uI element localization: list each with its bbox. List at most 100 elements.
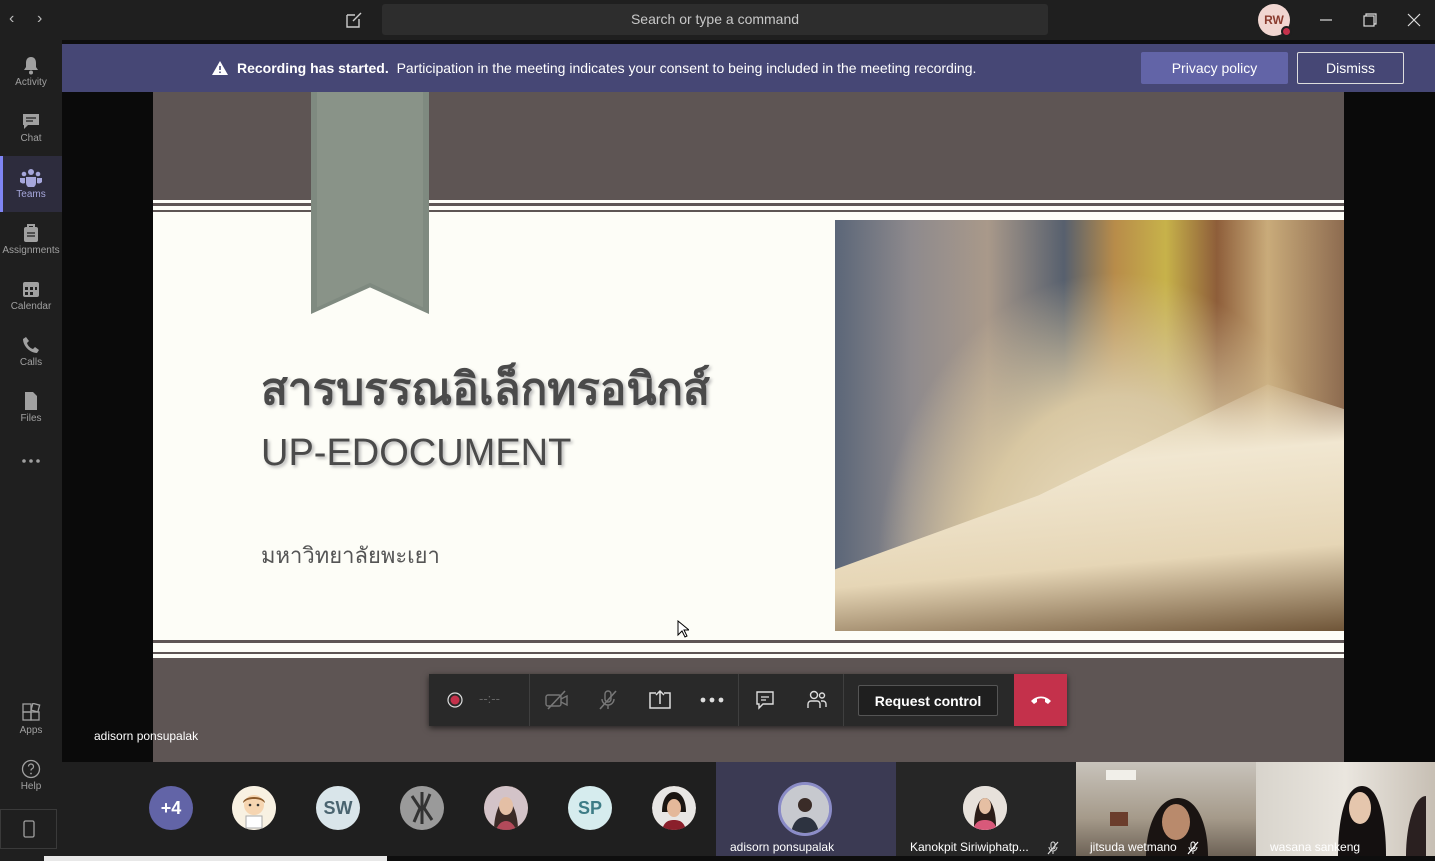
status-busy-icon [1281, 26, 1292, 37]
rail-item-activity[interactable]: Activity [0, 44, 62, 100]
scroll-indicator [44, 856, 387, 861]
participant-tile[interactable]: Kanokpit Siriwiphatp... [896, 762, 1076, 856]
separator [843, 674, 844, 726]
avatar-initials: SP [577, 798, 602, 818]
dismiss-button[interactable]: Dismiss [1297, 52, 1404, 84]
tile-name: wasana sankeng [1270, 840, 1361, 854]
rail-item-assignments[interactable]: Assignments [0, 212, 62, 268]
bookmark-ribbon [311, 92, 429, 314]
device-button[interactable] [0, 809, 57, 849]
rail-item-chat[interactable]: Chat [0, 100, 62, 156]
separator [529, 674, 530, 726]
privacy-policy-button[interactable]: Privacy policy [1141, 52, 1288, 84]
slide-title: สารบรรณอิเล็กทรอนิกส์ [261, 364, 710, 415]
photo-avatar-icon [484, 786, 528, 830]
share-screen-icon [649, 689, 671, 709]
slide-org: มหาวิทยาลัยพะเยา [261, 544, 440, 569]
chat-icon [756, 691, 774, 710]
slide-rule-bottom-2 [153, 645, 1344, 648]
photo-avatar-icon [963, 786, 1007, 830]
hang-up-button[interactable] [1014, 674, 1067, 726]
participant-avatar[interactable] [652, 786, 696, 830]
tile-name: adisorn ponsupalak [730, 840, 835, 854]
phone-icon [23, 337, 39, 353]
presenter-name: adisorn ponsupalak [94, 729, 199, 743]
rail-item-files[interactable]: Files [0, 380, 62, 436]
compose-icon[interactable] [345, 11, 363, 29]
mic-toggle[interactable] [582, 674, 634, 726]
participant-avatar[interactable] [484, 786, 528, 830]
more-actions-button[interactable] [686, 674, 738, 726]
rail-label: Teams [16, 189, 46, 200]
participant-avatar[interactable] [232, 786, 276, 830]
participant-avatar[interactable] [400, 786, 444, 830]
rail-label: Assignments [2, 245, 60, 256]
speaker-avatar [778, 782, 832, 836]
mic-off-icon [599, 690, 617, 710]
meeting-stage: สารบรรณอิเล็กทรอนิกส์ UP-EDOCUMENT มหาวิ… [62, 92, 1435, 762]
chat-icon [23, 114, 39, 129]
participant-video-tile[interactable]: jitsuda wetmano [1076, 762, 1256, 856]
maximize-icon[interactable] [1360, 10, 1380, 30]
hang-up-icon [1030, 696, 1051, 704]
tile-name: jitsuda wetmano [1090, 840, 1177, 854]
mobile-icon [22, 820, 35, 838]
camera-toggle[interactable] [531, 674, 583, 726]
forward-icon[interactable]: › [37, 10, 42, 28]
call-timer: --:-- [479, 691, 500, 706]
recording-message: Recording has started. Participation in … [237, 44, 976, 92]
rail-item-apps[interactable]: Apps [0, 692, 62, 748]
app-rail: Activity Chat Teams Assignments Calendar… [0, 40, 62, 861]
request-control-button[interactable]: Request control [858, 685, 998, 716]
mic-muted-icon [1187, 841, 1199, 855]
rail-label: Activity [15, 77, 47, 88]
close-icon[interactable] [1404, 10, 1424, 30]
bell-icon [24, 57, 38, 75]
teams-meeting-window: ‹ › Search or type a command RW Activity… [0, 0, 1435, 861]
more-apps-button[interactable] [0, 440, 62, 480]
participants-button[interactable] [791, 674, 843, 726]
assignments-icon [24, 224, 38, 242]
minimize-icon[interactable] [1316, 10, 1336, 30]
mouse-cursor-icon [677, 620, 689, 638]
more-icon [700, 697, 724, 703]
photo-avatar-icon [781, 785, 829, 833]
title-bar: ‹ › Search or type a command RW [0, 0, 1435, 40]
back-icon[interactable]: ‹ [9, 10, 14, 28]
tile-name: Kanokpit Siriwiphatp... [910, 840, 1029, 854]
rail-item-calls[interactable]: Calls [0, 324, 62, 380]
rail-label: Apps [19, 725, 43, 736]
participant-video-tile[interactable]: wasana sankeng [1256, 762, 1435, 856]
rail-item-teams[interactable]: Teams [0, 156, 62, 212]
rail-label: Calendar [10, 301, 52, 312]
recording-text: Participation in the meeting indicates y… [396, 60, 977, 76]
share-button[interactable] [634, 674, 686, 726]
participant-avatar-sw[interactable]: SW [316, 786, 360, 830]
chat-button[interactable] [739, 674, 791, 726]
slide-subtitle: UP-EDOCUMENT [261, 432, 572, 474]
recording-title: Recording has started. [237, 60, 389, 76]
cartoon-avatar-icon [232, 786, 276, 830]
user-initials: RW [1264, 13, 1284, 27]
recording-indicator [429, 674, 481, 726]
warning-icon [212, 61, 228, 75]
participant-tile-active[interactable]: adisorn ponsupalak [716, 762, 896, 856]
rail-label: Chat [20, 133, 42, 144]
more-icon [22, 459, 40, 463]
photo-avatar-icon [652, 786, 696, 830]
rail-item-calendar[interactable]: Calendar [0, 268, 62, 324]
rail-item-help[interactable]: Help [0, 748, 62, 804]
people-icon [807, 690, 827, 708]
rail-label: Help [20, 781, 42, 792]
apps-icon [22, 703, 41, 721]
slide-rule-bottom-3 [153, 652, 1344, 654]
file-icon [25, 392, 37, 410]
participant-avatar-sp[interactable]: SP [568, 786, 612, 830]
photo-avatar-icon [400, 786, 444, 830]
camera-off-icon [545, 690, 568, 710]
mic-muted-icon [1047, 841, 1059, 855]
search-input[interactable]: Search or type a command [382, 4, 1048, 35]
call-controls: --:-- Request control [429, 674, 1067, 726]
overflow-participants[interactable]: +4 [149, 786, 193, 830]
user-avatar[interactable]: RW [1258, 4, 1292, 37]
